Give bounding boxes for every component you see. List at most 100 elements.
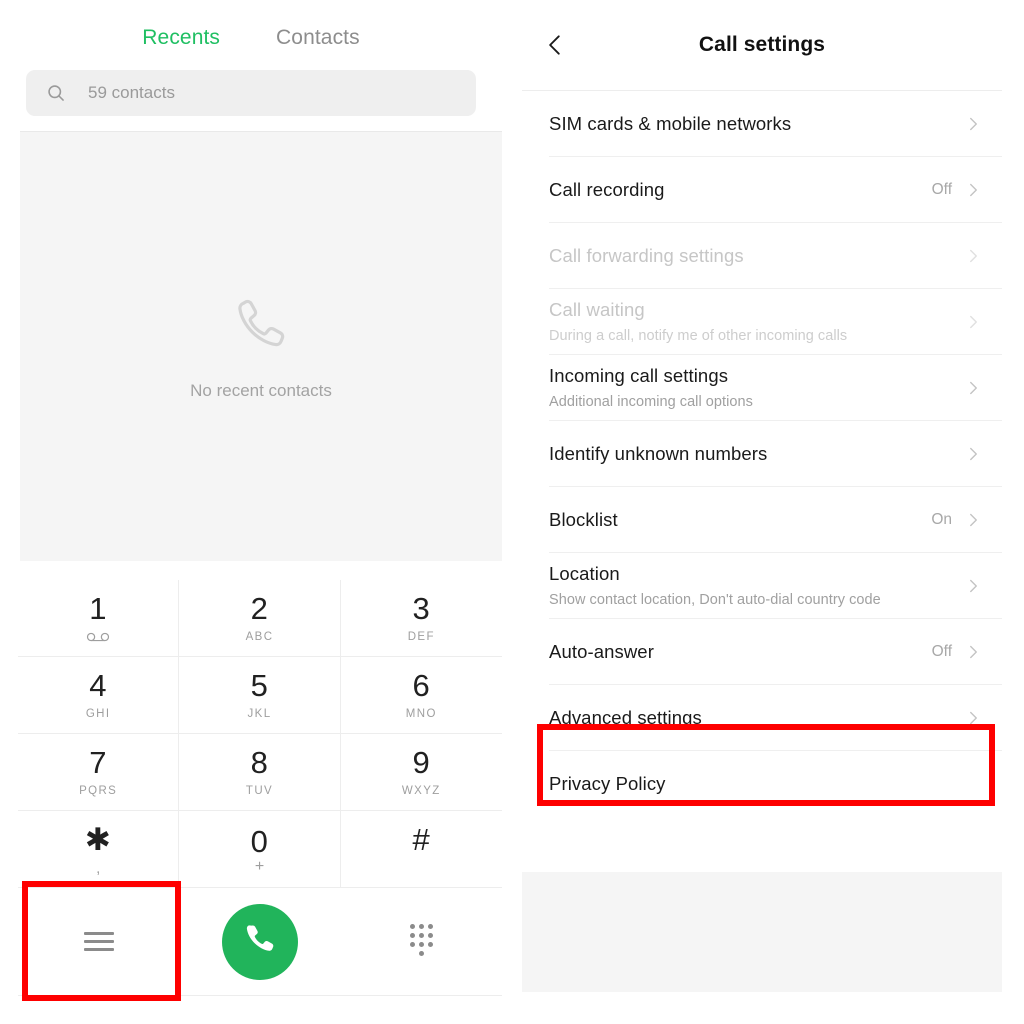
settings-list: SIM cards & mobile networks Call recordi…: [522, 91, 1002, 817]
key-digit: 8: [250, 744, 269, 780]
setting-texts: Location Show contact location, Don't au…: [549, 553, 968, 618]
search-input[interactable]: 59 contacts: [26, 70, 476, 116]
dialpad-toggle-button[interactable]: [391, 912, 451, 972]
key-digit: 7: [89, 744, 108, 780]
setting-texts: Call recording: [549, 169, 932, 211]
page-title: Call settings: [698, 33, 826, 56]
setting-texts: Incoming call settings Additional incomi…: [549, 355, 968, 420]
chevron-right-icon: [968, 312, 979, 332]
setting-texts: Identify unknown numbers: [549, 433, 968, 475]
chevron-right-icon: [968, 708, 979, 728]
dialpad-key-2[interactable]: 2 ABC: [179, 580, 341, 657]
setting-sub: Show contact location, Don't auto-dial c…: [549, 592, 881, 608]
setting-label: SIM cards & mobile networks: [549, 112, 792, 134]
dialpad-key-5[interactable]: 5 JKL: [179, 657, 341, 734]
setting-label: Incoming call settings: [549, 365, 729, 386]
setting-texts: Advanced settings: [549, 697, 968, 739]
key-digit: 4: [89, 667, 108, 703]
key-digit: 0: [250, 823, 269, 859]
tab-contacts[interactable]: Contacts: [276, 26, 360, 50]
search-icon: [46, 83, 66, 103]
dialpad-key-0[interactable]: 0 +: [179, 811, 341, 888]
key-digit: 1: [89, 591, 108, 626]
chevron-right-icon: [968, 576, 979, 596]
settings-footer-block: [522, 872, 1002, 992]
dialpad-key-star[interactable]: ✱ ,: [18, 811, 180, 888]
key-sub: MNO: [405, 707, 437, 720]
call-button[interactable]: [221, 903, 298, 980]
setting-row-call-recording[interactable]: Call recording Off: [549, 157, 1002, 223]
chevron-left-icon[interactable]: [542, 32, 568, 58]
setting-sub: Additional incoming call options: [549, 394, 753, 410]
setting-row-identify-unknown-numbers[interactable]: Identify unknown numbers: [549, 421, 1002, 487]
setting-label: Location: [549, 563, 620, 584]
setting-row-privacy-policy[interactable]: Privacy Policy: [549, 751, 1002, 817]
key-sub: PQRS: [79, 784, 118, 797]
hamburger-menu-icon: [83, 927, 114, 956]
dialpad-keys: 1 2 ABC 3 DEF 4 GHI 5 JKL 6 MNO 7 PQRS 8…: [18, 580, 502, 888]
key-sub: TUV: [245, 784, 274, 797]
setting-label: Advanced settings: [549, 706, 702, 728]
search-container: 59 contacts: [0, 70, 502, 116]
dialpad-key-3[interactable]: 3 DEF: [340, 580, 502, 657]
setting-texts: SIM cards & mobile networks: [549, 103, 968, 145]
key-sub: +: [254, 857, 265, 875]
setting-row-call-waiting[interactable]: Call waiting During a call, notify me of…: [549, 289, 1002, 355]
setting-texts: Privacy Policy: [549, 763, 987, 805]
key-sub: JKL: [247, 707, 272, 720]
dialpad-key-6[interactable]: 6 MNO: [340, 657, 502, 734]
setting-label: Call waiting: [549, 299, 645, 320]
chevron-right-icon: [968, 246, 979, 266]
dialpad-key-8[interactable]: 8 TUV: [179, 734, 341, 811]
setting-texts: Auto-answer: [549, 631, 932, 673]
key-digit: 3: [412, 590, 431, 626]
chevron-right-icon: [968, 114, 979, 134]
chevron-right-icon: [968, 180, 979, 200]
setting-value: On: [931, 510, 952, 528]
search-placeholder-text: 59 contacts: [88, 83, 175, 102]
setting-label: Call recording: [549, 178, 665, 200]
key-digit: 2: [250, 590, 269, 626]
chevron-right-icon: [968, 444, 979, 464]
setting-row-call-forwarding[interactable]: Call forwarding settings: [549, 223, 1002, 289]
chevron-right-icon: [968, 378, 979, 398]
setting-row-location[interactable]: Location Show contact location, Don't au…: [549, 553, 1002, 619]
dialpad-key-1[interactable]: 1: [18, 580, 180, 657]
setting-label: Privacy Policy: [549, 773, 666, 794]
setting-row-sim-cards[interactable]: SIM cards & mobile networks: [549, 91, 1002, 157]
key-sub: DEF: [407, 630, 435, 643]
setting-value: Off: [931, 642, 952, 660]
voicemail-icon: [85, 630, 111, 643]
setting-texts: Call forwarding settings: [549, 235, 968, 277]
setting-texts: Call waiting During a call, notify me of…: [549, 289, 968, 354]
dialer-panel: Recents Contacts 59 contacts No recent c…: [0, 0, 502, 1024]
setting-sub: During a call, notify me of other incomi…: [549, 328, 848, 344]
key-sub: ABC: [245, 630, 274, 643]
hamburger-menu-button[interactable]: [69, 912, 129, 972]
setting-texts: Blocklist: [549, 499, 931, 541]
dialpad-key-9[interactable]: 9 WXYZ: [340, 734, 502, 811]
tab-recents[interactable]: Recents: [142, 26, 220, 50]
key-digit: 9: [412, 744, 431, 780]
key-sub: GHI: [85, 707, 111, 720]
key-sub: ,: [96, 859, 101, 877]
key-digit: 5: [250, 667, 269, 703]
setting-row-advanced-settings[interactable]: Advanced settings: [549, 685, 1002, 751]
setting-label: Call forwarding settings: [549, 244, 744, 266]
dialpad-key-7[interactable]: 7 PQRS: [18, 734, 180, 811]
setting-row-auto-answer[interactable]: Auto-answer Off: [549, 619, 1002, 685]
key-digit: #: [412, 821, 431, 857]
dialpad-grid-icon: [408, 923, 434, 960]
setting-row-incoming-call[interactable]: Incoming call settings Additional incomi…: [549, 355, 1002, 421]
chevron-right-icon: [968, 510, 979, 530]
key-digit: ✱: [84, 821, 112, 857]
setting-label: Blocklist: [549, 508, 618, 530]
chevron-right-icon: [968, 642, 979, 662]
dialpad-key-4[interactable]: 4 GHI: [18, 657, 180, 734]
recents-empty-state: No recent contacts: [20, 131, 502, 561]
setting-label: Identify unknown numbers: [549, 442, 768, 464]
dialpad-key-hash[interactable]: #: [340, 811, 502, 888]
setting-row-blocklist[interactable]: Blocklist On: [549, 487, 1002, 553]
call-settings-panel: Call settings SIM cards & mobile network…: [522, 0, 1002, 1024]
phone-call-icon: [242, 921, 278, 962]
